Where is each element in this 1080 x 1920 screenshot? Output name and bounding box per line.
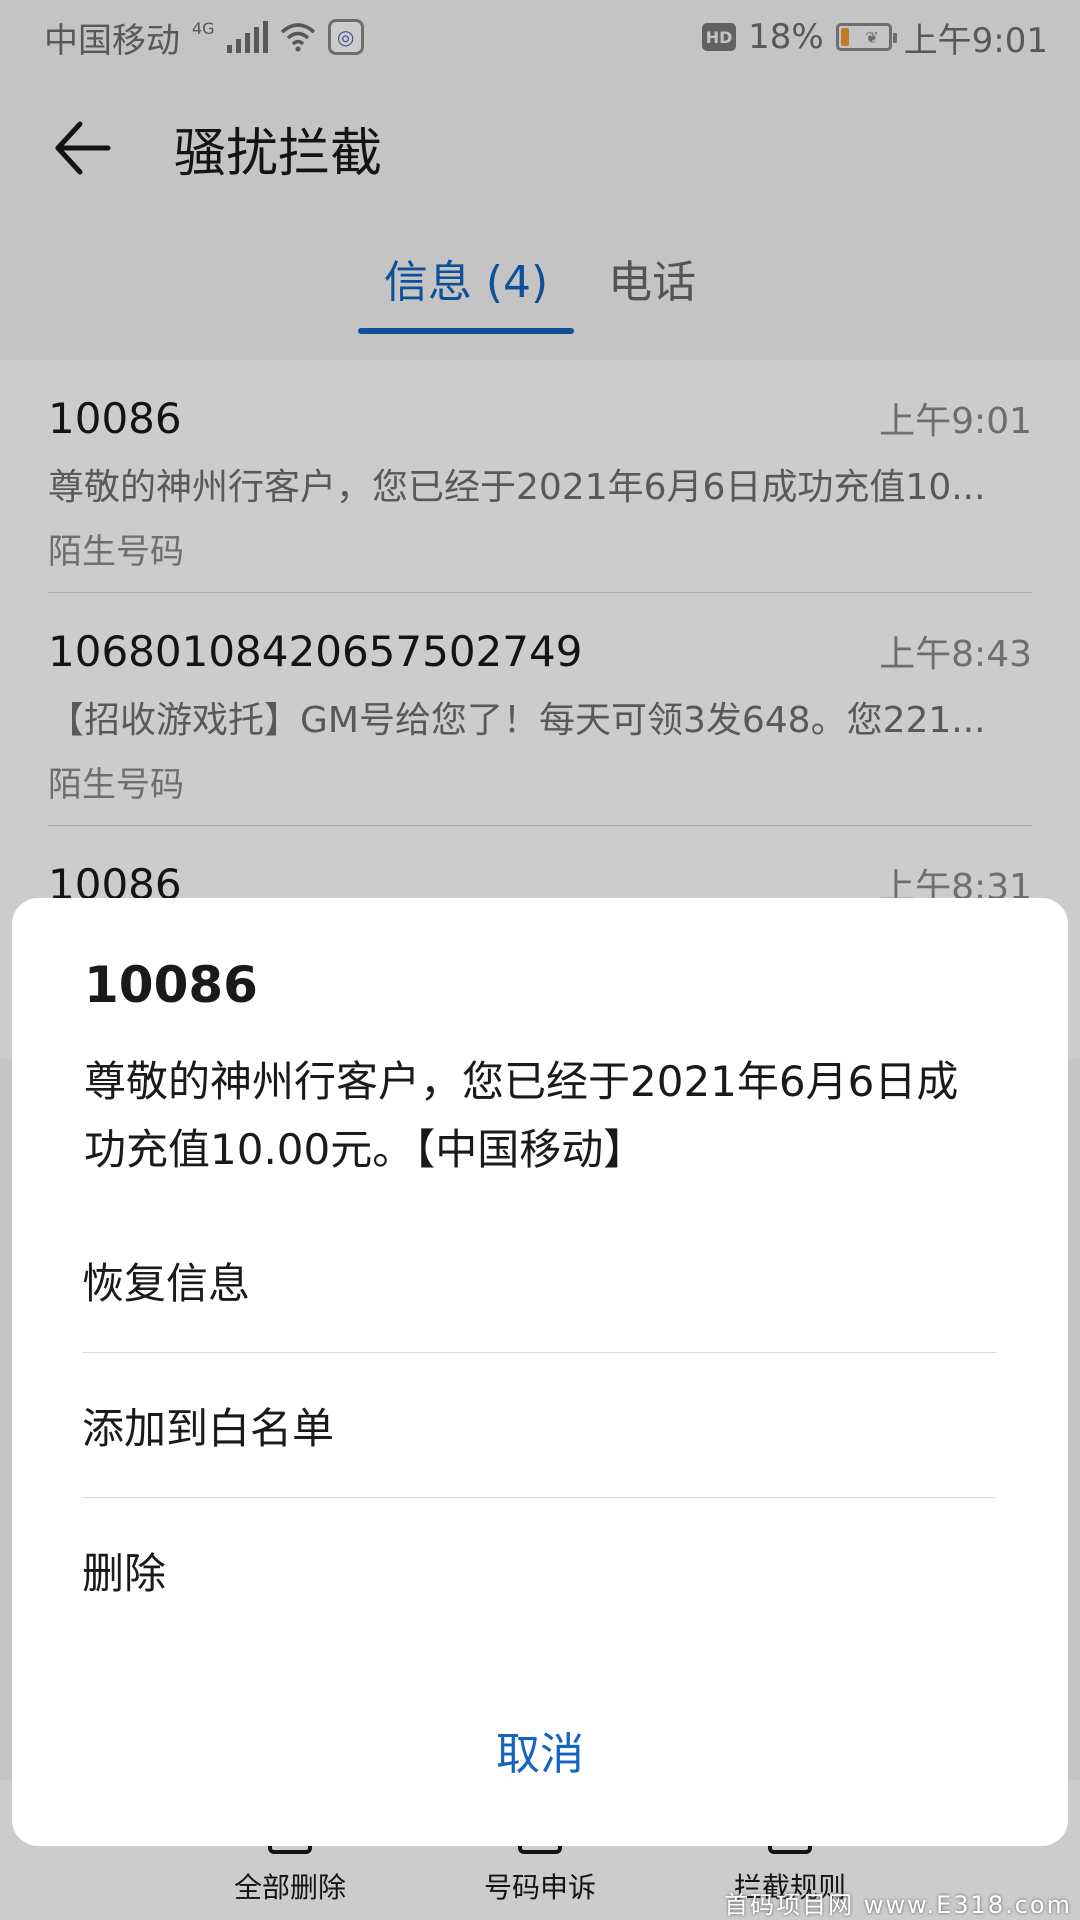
delete-button[interactable]: 删除	[82, 1498, 996, 1643]
cancel-button[interactable]: 取消	[12, 1718, 1068, 1782]
screen: 中国移动 4G ◎ HD 18% ❦ 上午9:01 骚扰拦截 信息 (4) 电话…	[0, 0, 1080, 1920]
sheet-title: 10086	[84, 956, 258, 1014]
message-action-sheet: 10086 尊敬的神州行客户，您已经于2021年6月6日成功充值10.00元。【…	[12, 898, 1068, 1846]
sheet-action-list: 恢复信息 添加到白名单 删除	[82, 1208, 996, 1643]
sheet-message-body: 尊敬的神州行客户，您已经于2021年6月6日成功充值10.00元。【中国移动】	[84, 1057, 959, 1174]
add-to-whitelist-button[interactable]: 添加到白名单	[82, 1353, 996, 1498]
watermark: 首码项目网 www.E318.com	[724, 1891, 1072, 1919]
restore-message-button[interactable]: 恢复信息	[82, 1208, 996, 1353]
